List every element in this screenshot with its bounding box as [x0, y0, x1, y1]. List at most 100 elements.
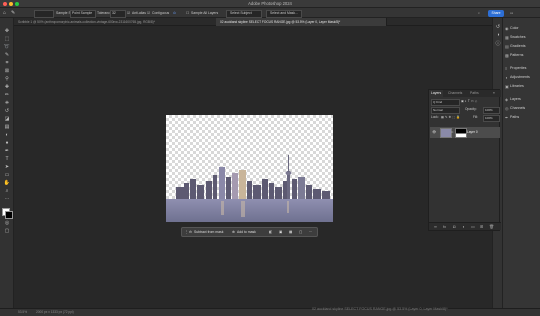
contiguous-label: Contiguous: [152, 11, 170, 15]
tolerance-value: 32: [112, 11, 116, 15]
document-canvas[interactable]: [166, 115, 333, 222]
history-panel-icon[interactable]: ↺: [495, 24, 501, 30]
select-and-mask-button[interactable]: Select and Mask...: [266, 10, 302, 18]
panel-libraries[interactable]: ▣ Libraries: [505, 82, 539, 90]
delete-mask-icon[interactable]: ▢: [299, 229, 302, 236]
dodge-tool-icon[interactable]: ●: [2, 140, 12, 146]
clone-stamp-icon[interactable]: ⎈: [2, 100, 12, 106]
apply-mask-icon[interactable]: ▦: [289, 229, 292, 236]
app-title: Adobe Photoshop 2024: [248, 1, 292, 6]
spot-healing-icon[interactable]: ✚: [2, 84, 12, 90]
panel-paths[interactable]: ✒ Paths: [505, 113, 539, 121]
history-brush-icon[interactable]: ↺: [2, 108, 12, 114]
more-options-button[interactable]: ···: [309, 229, 312, 236]
artboard-tool-icon[interactable]: ⬚: [2, 36, 12, 42]
subtract-from-mask-icon: ⊖: [189, 230, 192, 234]
share-button[interactable]: Share: [488, 9, 504, 17]
zoom-level[interactable]: 53.5%: [18, 310, 27, 314]
drag-handle-icon[interactable]: ⋮: [185, 229, 188, 236]
invert-mask-icon[interactable]: ◧: [269, 229, 272, 236]
panel-layers[interactable]: ◈ Layers: [505, 95, 539, 103]
link-icon: ∞: [451, 130, 454, 134]
skyline-image: [166, 155, 333, 222]
filter-icons[interactable]: ▣◐T▭◇: [461, 98, 478, 104]
rectangle-tool-icon[interactable]: ▭: [2, 172, 12, 178]
add-to-mask-icon: ⊕: [232, 230, 235, 234]
panel-properties[interactable]: ≡ Properties: [505, 64, 539, 72]
tab-auckland-skyline[interactable]: 02 auckland skyline SELECT FOCUS RANGE.j…: [216, 18, 387, 26]
zoom-tool-icon[interactable]: ⌕: [2, 188, 12, 194]
brush-settings-icon[interactable]: ⊙: [173, 10, 176, 16]
new-layer-icon[interactable]: ⊞: [480, 224, 483, 229]
panel-color[interactable]: ◉ Color: [505, 24, 539, 32]
panel-swatches[interactable]: ▦ Swatches: [505, 33, 539, 41]
quick-mask-icon[interactable]: ◎: [2, 220, 12, 226]
eyedropper-icon[interactable]: ⚲: [2, 76, 12, 82]
tab-scribble[interactable]: Scribble 1 @ 50% (anthropomorphic-animal…: [14, 18, 221, 26]
fill-label: Fill:: [473, 115, 478, 119]
new-group-icon[interactable]: ▭: [471, 224, 475, 229]
opacity-label: Opacity:: [465, 107, 477, 111]
more-tools-icon[interactable]: ···: [2, 196, 12, 202]
layer-row[interactable]: 👁 ∞ Layer 0: [430, 127, 500, 138]
gradient-tool-icon[interactable]: ▤: [2, 124, 12, 130]
contiguous-checkbox[interactable]: ☑: [147, 10, 150, 16]
subtract-from-mask-button[interactable]: Subtract from mask: [194, 229, 223, 236]
fx-icon[interactable]: fx: [443, 224, 446, 229]
blend-mode-select[interactable]: Normal: [431, 107, 460, 114]
hand-tool-icon[interactable]: ✋: [2, 180, 12, 186]
opacity-input[interactable]: 100%: [483, 107, 500, 114]
sample-all-checkbox[interactable]: ☐: [186, 10, 189, 16]
frame-tool-icon[interactable]: ⊠: [2, 68, 12, 74]
add-to-mask-button[interactable]: Add to mask: [237, 229, 256, 236]
visibility-eye-icon[interactable]: 👁: [432, 129, 436, 135]
lasso-tool-icon[interactable]: ➰: [2, 44, 12, 50]
screen-mode-icon[interactable]: ▢: [2, 228, 12, 234]
eraser-icon[interactable]: ◪: [2, 116, 12, 122]
layer-name: Layer 0: [467, 130, 478, 134]
path-selection-icon[interactable]: ➤: [2, 164, 12, 170]
crop-tool-icon[interactable]: ⌗: [2, 60, 12, 66]
move-tool-icon[interactable]: ✥: [2, 28, 12, 34]
sample-size-value: Point Sample: [72, 11, 93, 15]
add-mask-icon[interactable]: ◘: [453, 224, 455, 229]
panel-gradients[interactable]: ▤ Gradients: [505, 42, 539, 50]
panel-menu-icon[interactable]: ≡: [491, 90, 497, 97]
sample-all-label: Sample All Layers: [191, 11, 219, 15]
layer-filter-select[interactable]: Q Kind: [431, 99, 460, 106]
sample-size-select[interactable]: Point Sample: [70, 10, 96, 18]
blur-tool-icon[interactable]: ◐: [2, 132, 12, 138]
home-icon[interactable]: ⌂: [3, 10, 6, 16]
search-icon[interactable]: ⌕: [478, 10, 480, 16]
document-size: 2000 px x 1333 px (72 ppi): [36, 310, 74, 314]
selection-mode-buttons[interactable]: [34, 10, 54, 18]
panel-patterns[interactable]: ▩ Patterns: [505, 51, 539, 59]
new-adjustment-icon[interactable]: ◑: [462, 224, 464, 229]
lock-icons[interactable]: ▦✎✥⬚🔒: [441, 114, 461, 120]
panel-adjustments[interactable]: ◑ Adjustments: [505, 73, 539, 81]
tolerance-input[interactable]: 32: [110, 10, 126, 18]
pen-tool-icon[interactable]: ✒: [2, 148, 12, 154]
link-layers-icon[interactable]: ∞: [434, 224, 437, 229]
select-subject-button[interactable]: Select Subject: [226, 10, 262, 18]
quick-selection-icon[interactable]: ✎: [2, 52, 12, 58]
tab-layers[interactable]: Layers: [429, 90, 444, 97]
tab-channels[interactable]: Channels: [446, 90, 464, 97]
fill-input[interactable]: 100%: [483, 115, 500, 122]
lock-label: Lock:: [431, 115, 439, 119]
background-color-swatch[interactable]: [5, 211, 13, 219]
type-tool-icon[interactable]: T: [2, 156, 12, 162]
adjust-panel-icon[interactable]: ◑: [495, 32, 501, 38]
document-tabs: Scribble 1 @ 50% (anthropomorphic-animal…: [14, 18, 492, 26]
info-panel-icon[interactable]: ⓘ: [495, 40, 501, 47]
anti-alias-checkbox[interactable]: ☑: [127, 10, 130, 16]
panel-channels[interactable]: ◎ Channels: [505, 104, 539, 112]
quick-selection-tool-icon[interactable]: ✎: [11, 10, 15, 16]
mask-settings-icon[interactable]: ▣: [279, 229, 282, 236]
delete-layer-icon[interactable]: 🗑: [489, 224, 494, 229]
collapsed-panels: ◉ Color ▦ Swatches ▤ Gradients ▩ Patterns ≡ P…: [502, 18, 540, 308]
brush-tool-icon[interactable]: ✏: [2, 92, 12, 98]
layer-mask-thumbnail[interactable]: [455, 128, 467, 138]
tab-paths[interactable]: Paths: [468, 90, 481, 97]
workspace-icon[interactable]: ▭: [510, 10, 513, 16]
